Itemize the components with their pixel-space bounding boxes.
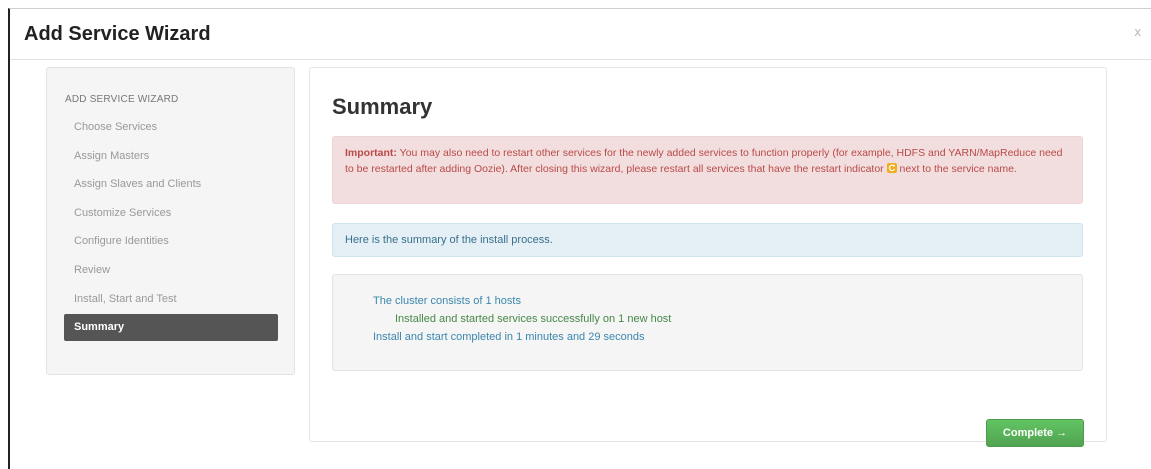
nav-step-assign-slaves-clients[interactable]: Assign Slaves and Clients — [64, 170, 278, 199]
wizard-content: Summary Important: You may also need to … — [309, 67, 1107, 447]
nav-step-summary[interactable]: Summary — [64, 314, 278, 342]
nav-step-review[interactable]: Review — [64, 256, 278, 285]
summary-time: Install and start completed in 1 minutes… — [373, 331, 645, 343]
complete-button[interactable]: Complete → — [986, 419, 1084, 447]
nav-step-assign-masters[interactable]: Assign Masters — [64, 142, 278, 171]
page-title: Summary — [332, 94, 433, 119]
install-summary: The cluster consists of 1 hosts Installe… — [332, 274, 1083, 371]
nav-step-configure-identities[interactable]: Configure Identities — [64, 227, 278, 256]
modal-header: Add Service Wizard x — [10, 9, 1151, 60]
nav-step-install-start-test[interactable]: Install, Start and Test — [64, 285, 278, 314]
close-button[interactable]: x — [1135, 24, 1142, 39]
important-alert: Important: You may also need to restart … — [332, 136, 1083, 204]
important-label: Important: — [345, 147, 397, 159]
add-service-wizard-modal: Add Service Wizard x ADD SERVICE WIZARD … — [8, 8, 1151, 469]
wizard-nav-header: ADD SERVICE WIZARD — [65, 94, 179, 105]
summary-hosts: The cluster consists of 1 hosts — [373, 295, 521, 307]
nav-step-choose-services[interactable]: Choose Services — [64, 113, 278, 142]
info-alert: Here is the summary of the install proce… — [332, 223, 1083, 257]
refresh-icon — [886, 162, 897, 173]
wizard-steps: Choose Services Assign Masters Assign Sl… — [64, 113, 278, 342]
nav-step-customize-services[interactable]: Customize Services — [64, 199, 278, 228]
modal-title: Add Service Wizard — [24, 23, 211, 45]
summary-success: Installed and started services successfu… — [395, 313, 672, 325]
important-text-end: next to the service name. — [899, 162, 1017, 175]
wizard-nav: ADD SERVICE WIZARD Choose Services Assig… — [46, 67, 295, 375]
